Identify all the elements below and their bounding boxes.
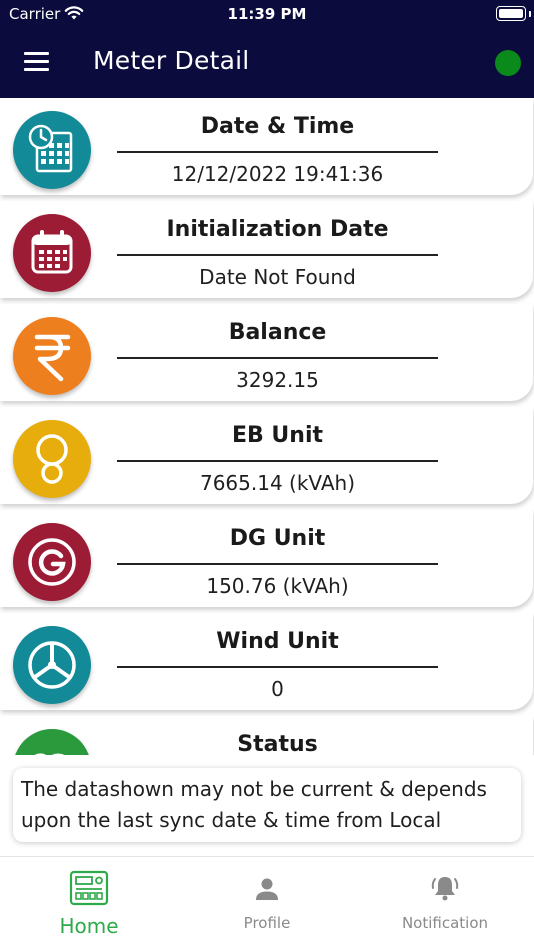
item-title: Wind Unit xyxy=(216,629,339,654)
item-title: Initialization Date xyxy=(166,217,389,242)
item-title: DG Unit xyxy=(229,526,326,551)
item-title: Status xyxy=(237,732,318,755)
status-bar: Carrier 11:39 PM xyxy=(0,0,534,28)
meter-icon xyxy=(69,870,109,910)
list-item-initialization-date: Initialization Date Date Not Found xyxy=(0,201,533,298)
item-title: Date & Time xyxy=(200,114,355,139)
page-title: Meter Detail xyxy=(93,46,250,75)
battery-tip xyxy=(529,11,531,17)
calendar-clock-icon xyxy=(13,111,91,189)
generator-icon xyxy=(13,523,91,601)
wind-turbine-icon xyxy=(13,626,91,704)
tab-profile[interactable]: Profile xyxy=(178,857,356,950)
divider xyxy=(117,151,438,153)
bulb-icon xyxy=(13,420,91,498)
item-value: 12/12/2022 19:41:36 xyxy=(171,162,384,186)
calendar-icon xyxy=(13,214,91,292)
connection-status-indicator xyxy=(495,50,521,76)
list-item-wind-unit: Wind Unit 0 xyxy=(0,613,533,710)
list-item-dg-unit: DG Unit 150.76 (kVAh) xyxy=(0,510,533,607)
status-icon xyxy=(13,729,91,755)
meter-detail-list: Date & Time 12/12/2022 19:41:36 Initiali… xyxy=(0,98,534,755)
data-sync-notice: The datashown may not be current & depen… xyxy=(13,768,521,842)
divider xyxy=(117,666,438,668)
list-item-balance: Balance 3292.15 xyxy=(0,304,533,401)
item-value: 3292.15 xyxy=(236,368,319,392)
tab-profile-label: Profile xyxy=(243,914,291,932)
item-value: 7665.14 (kVAh) xyxy=(199,471,355,495)
divider xyxy=(117,460,438,462)
list-item-status: Status xyxy=(0,716,533,755)
menu-icon[interactable] xyxy=(24,52,49,72)
bottom-navigation: Home Profile Notification xyxy=(0,856,534,950)
tab-notification-label: Notification xyxy=(401,914,489,932)
tab-notification[interactable]: Notification xyxy=(356,857,534,950)
list-item-eb-unit: EB Unit 7665.14 (kVAh) xyxy=(0,407,533,504)
tab-home-label: Home xyxy=(59,914,119,938)
item-title: Balance xyxy=(228,320,327,345)
item-value: Date Not Found xyxy=(199,265,356,289)
item-value: 0 xyxy=(271,677,284,701)
item-value: 150.76 (kVAh) xyxy=(206,574,349,598)
item-title: EB Unit xyxy=(231,423,324,448)
battery-icon xyxy=(496,6,526,21)
tab-home[interactable]: Home xyxy=(0,857,178,950)
bell-icon xyxy=(430,875,460,905)
list-item-date-time: Date & Time 12/12/2022 19:41:36 xyxy=(0,98,533,195)
app-header: Meter Detail xyxy=(0,28,534,98)
divider xyxy=(117,563,438,565)
rupee-icon xyxy=(13,317,91,395)
divider xyxy=(117,357,438,359)
divider xyxy=(117,254,438,256)
person-icon xyxy=(255,877,279,905)
clock-time: 11:39 PM xyxy=(227,5,307,23)
